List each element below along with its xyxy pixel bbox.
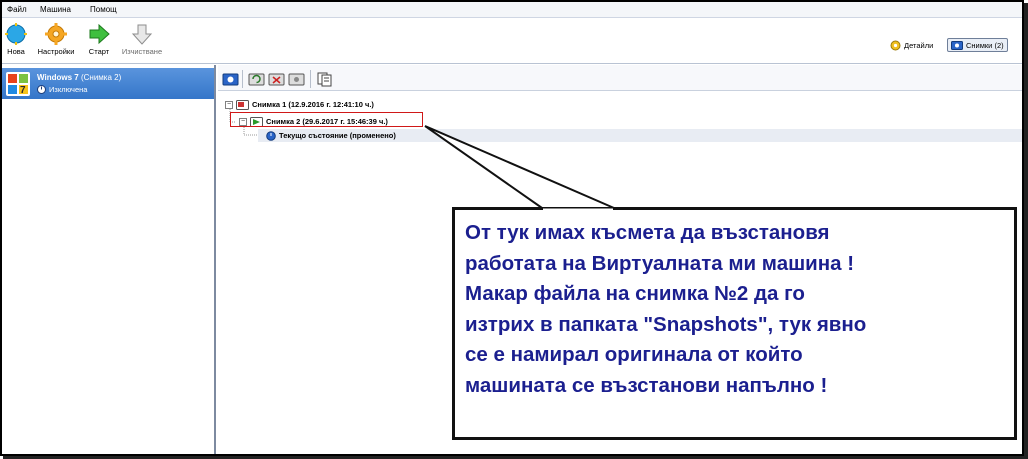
main-toolbar: Нова Настройки Старт Изчистване Детайли …: [2, 19, 1022, 64]
gear-icon: [45, 23, 67, 45]
menu-machine[interactable]: Машина: [40, 5, 71, 14]
vm-list-item-windows7[interactable]: 7 Windows 7 (Снимка 2) Изключена: [2, 68, 214, 99]
current-state-node: Текущо състояние (променено): [266, 129, 396, 142]
callout-text: От тук имах късмета да възстановя работа…: [465, 218, 1010, 401]
toolbar-separator: [242, 70, 243, 88]
start-label: Старт: [88, 47, 110, 56]
clone-icon[interactable]: [316, 71, 333, 87]
svg-text:7: 7: [20, 85, 26, 96]
settings-button[interactable]: Настройки: [34, 23, 78, 56]
details-label: Детайли: [904, 40, 934, 50]
menu-bar: Файл Машина Помощ: [2, 2, 1022, 18]
callout-line: се е намирал оригинала от който: [465, 343, 803, 366]
snapshot-label: Снимка 1 (12.9.2016 г. 12:41:10 ч.): [252, 100, 374, 109]
callout-line: От тук имах късмета да възстановя: [465, 221, 830, 244]
delete-snapshot-icon[interactable]: [268, 71, 285, 87]
snapshot-node-1[interactable]: − Снимка 1 (12.9.2016 г. 12:41:10 ч.): [225, 98, 374, 111]
menu-file[interactable]: Файл: [7, 5, 27, 14]
snapshots-toolbar: [218, 65, 1022, 91]
discard-label: Изчистване: [121, 47, 163, 56]
callout-line: изтрих в папката "Snapshots", тук явно: [465, 312, 867, 336]
new-label: Нова: [7, 47, 25, 56]
arrow-right-icon: [89, 23, 110, 45]
snapshots-button[interactable]: Снимки (2): [947, 38, 1008, 52]
snapshots-label: Снимки (2): [966, 40, 1004, 50]
arrow-down-icon: [131, 24, 153, 45]
current-state-label: Текущо състояние (променено): [279, 131, 396, 140]
take-snapshot-icon[interactable]: [222, 71, 239, 87]
callout-line: Макар файла на снимка №2 да го: [465, 282, 805, 305]
power-off-icon: [37, 85, 46, 94]
snapshot-icon: [236, 100, 249, 110]
menu-help[interactable]: Помощ: [90, 5, 117, 14]
details-button[interactable]: Детайли: [887, 38, 936, 52]
current-state-row[interactable]: Текущо състояние (променено): [258, 129, 1022, 142]
callout-line: машината се възстанови напълно !: [465, 373, 828, 397]
new-button[interactable]: Нова: [4, 23, 28, 56]
new-icon: [5, 23, 27, 45]
vm-name: Windows 7 (Снимка 2): [37, 73, 121, 82]
camera-icon: [951, 41, 963, 50]
snapshot-highlight-box: [230, 112, 423, 127]
vm-state: Изключена: [37, 85, 87, 94]
vm-list: 7 Windows 7 (Снимка 2) Изключена: [2, 65, 216, 454]
start-button[interactable]: Старт: [85, 23, 113, 56]
details-icon: [890, 40, 901, 50]
vm-state-text: Изключена: [49, 85, 88, 94]
vm-name-text: Windows 7: [37, 73, 79, 82]
restore-snapshot-icon[interactable]: [248, 71, 265, 87]
snapshot-details-icon[interactable]: [288, 71, 305, 87]
settings-label: Настройки: [37, 47, 75, 56]
windows7-os-icon: 7: [6, 72, 30, 96]
collapse-toggle[interactable]: −: [225, 100, 233, 109]
annotation-callout: От тук имах късмета да възстановя работа…: [452, 207, 1017, 440]
toolbar-separator: [310, 70, 311, 88]
power-off-icon: [266, 130, 276, 141]
window-shadow: [1024, 3, 1028, 459]
app-window: Файл Машина Помощ Нова Настройки Старт И…: [0, 0, 1024, 456]
vm-snapshot-suffix: (Снимка 2): [80, 73, 122, 82]
callout-line: работата на Виртуалната ми машина !: [465, 251, 855, 275]
discard-button[interactable]: Изчистване: [118, 23, 166, 56]
